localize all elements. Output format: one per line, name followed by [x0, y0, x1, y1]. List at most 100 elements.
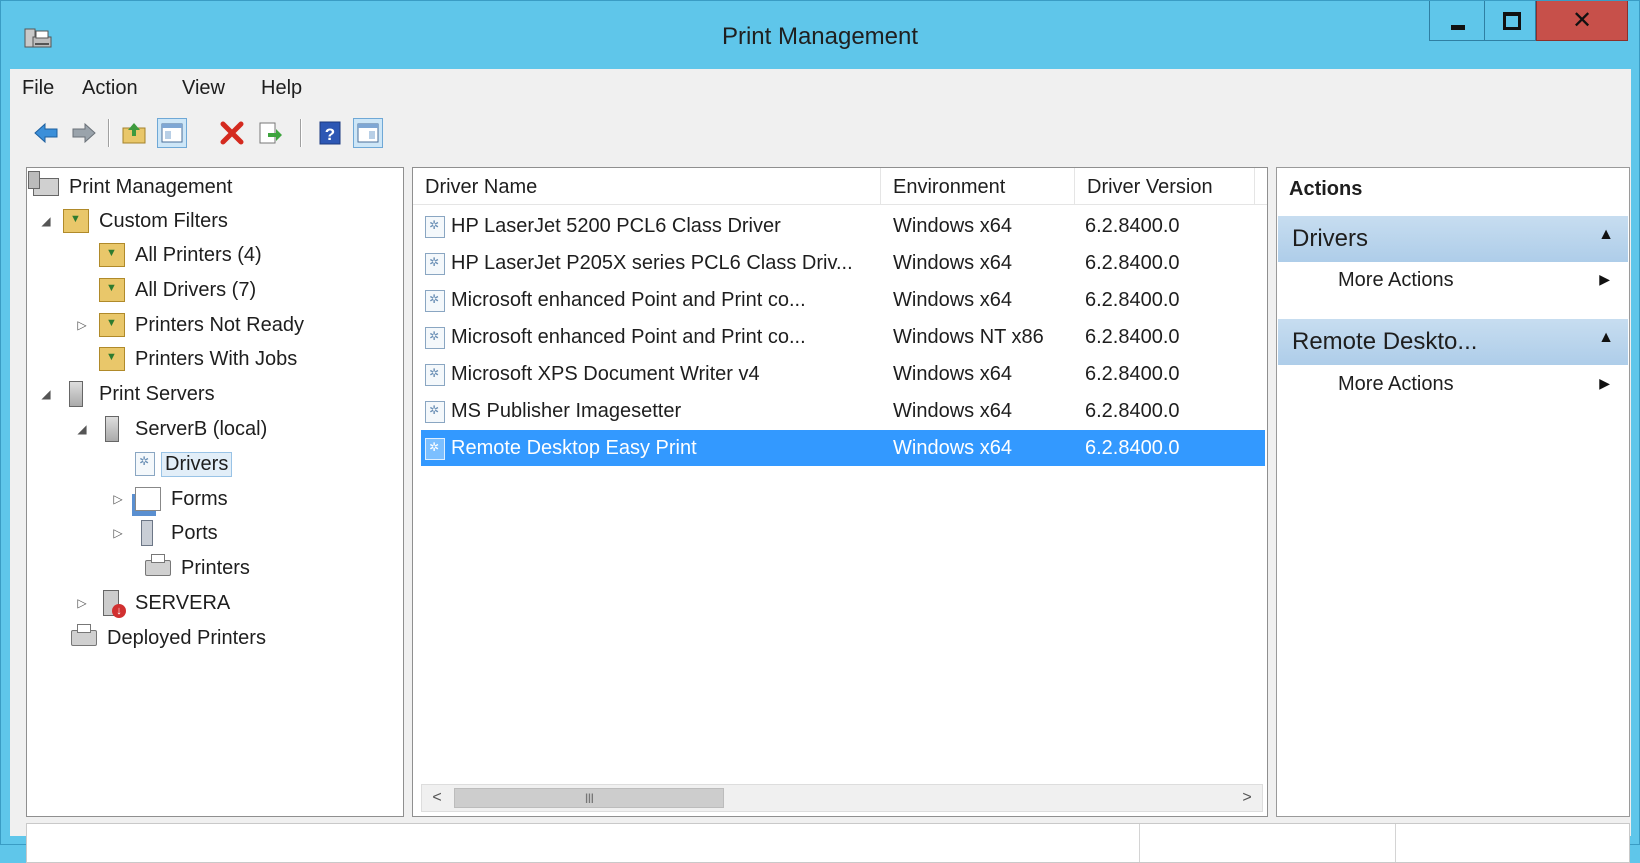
environment-cell: Windows x64	[893, 363, 1012, 385]
action-item-label: More Actions	[1338, 373, 1454, 395]
driver-version-cell: 6.2.8400.0	[1085, 437, 1180, 459]
server-offline-icon	[103, 590, 126, 618]
expand-arrow-icon[interactable]: ▷	[111, 526, 125, 540]
maximize-button[interactable]	[1484, 1, 1536, 41]
driver-icon	[425, 401, 445, 423]
environment-cell: Windows NT x86	[893, 326, 1044, 348]
status-bar-divider	[1139, 824, 1140, 862]
navigation-tree[interactable]: Print Management ◢ Custom Filters All Pr…	[26, 167, 404, 817]
collapse-up-icon[interactable]: ▲	[1598, 226, 1614, 244]
show-hide-action-pane-icon[interactable]	[353, 118, 383, 148]
tree-item-label: Deployed Printers	[107, 626, 266, 649]
driver-version-cell: 6.2.8400.0	[1085, 363, 1180, 385]
filter-folder-icon	[99, 347, 125, 371]
driver-version-cell: 6.2.8400.0	[1085, 289, 1180, 311]
menu-view[interactable]: View	[182, 77, 225, 100]
tree-item-printers-with-jobs[interactable]: Printers With Jobs	[99, 342, 297, 376]
table-row[interactable]: Microsoft XPS Document Writer v4 Windows …	[421, 356, 1265, 392]
environment-cell: Windows x64	[893, 437, 1012, 459]
tree-item-print-servers[interactable]: ◢ Print Servers	[39, 377, 215, 411]
column-header-driver-version[interactable]: Driver Version	[1075, 168, 1255, 204]
more-actions-remote-desktop[interactable]: More Actions ▶	[1278, 368, 1628, 402]
tree-item-label: Print Management	[69, 175, 233, 198]
column-header-driver-name[interactable]: Driver Name	[413, 168, 881, 204]
table-row[interactable]: MS Publisher Imagesetter Windows x64 6.2.8…	[421, 393, 1265, 429]
menu-help[interactable]: Help	[261, 77, 302, 100]
expand-arrow-icon[interactable]: ▷	[111, 492, 125, 506]
filter-folder-icon	[63, 209, 89, 233]
tree-item-printers-not-ready[interactable]: ▷ Printers Not Ready	[75, 308, 304, 342]
tree-item-label: Ports	[171, 521, 218, 544]
title-bar[interactable]: Print Management ✕	[1, 1, 1639, 69]
actions-section-drivers[interactable]: Drivers ▲	[1278, 216, 1628, 262]
printer-icon	[71, 624, 97, 646]
driver-name-cell: HP LaserJet P205X series PCL6 Class Driv…	[451, 252, 853, 274]
driver-version-cell: 6.2.8400.0	[1085, 326, 1180, 348]
environment-cell: Windows x64	[893, 400, 1012, 422]
table-row[interactable]: HP LaserJet P205X series PCL6 Class Driv…	[421, 245, 1265, 281]
tree-item-deployed-printers[interactable]: Deployed Printers	[71, 621, 266, 655]
forms-icon	[135, 487, 161, 511]
minimize-icon	[1451, 25, 1465, 30]
scroll-right-icon[interactable]: >	[1234, 787, 1260, 809]
minimize-button[interactable]	[1429, 1, 1484, 41]
menu-file[interactable]: File	[22, 77, 54, 100]
driver-icon	[135, 452, 155, 476]
table-row[interactable]: Microsoft enhanced Point and Print co...…	[421, 282, 1265, 318]
collapse-arrow-icon[interactable]: ◢	[39, 387, 53, 401]
more-actions-drivers[interactable]: More Actions ▶	[1278, 264, 1628, 298]
tree-item-label: Forms	[171, 487, 228, 510]
delete-icon[interactable]	[218, 119, 246, 147]
help-icon[interactable]: ?	[316, 119, 344, 147]
tree-item-printers[interactable]: Printers	[145, 551, 250, 585]
driver-version-cell: 6.2.8400.0	[1085, 215, 1180, 237]
actions-pane: Actions Drivers ▲ More Actions ▶ Remote …	[1276, 167, 1630, 817]
horizontal-scrollbar[interactable]: < III >	[421, 784, 1263, 812]
column-header-environment[interactable]: Environment	[881, 168, 1075, 204]
tree-item-print-management[interactable]: Print Management	[28, 170, 233, 204]
tree-item-label: All Printers (4)	[135, 243, 262, 266]
tree-item-forms[interactable]: ▷ Forms	[111, 482, 228, 516]
scrollbar-thumb[interactable]: III	[454, 788, 724, 808]
scroll-left-icon[interactable]: <	[424, 787, 450, 809]
driver-name-cell: Microsoft enhanced Point and Print co...	[451, 326, 806, 348]
actions-title: Actions	[1289, 178, 1363, 200]
collapse-up-icon[interactable]: ▲	[1598, 329, 1614, 347]
drivers-list[interactable]: Driver Name Environment Driver Version H…	[412, 167, 1268, 817]
filter-folder-icon	[99, 313, 125, 337]
driver-icon	[425, 364, 445, 386]
toolbar-separator	[300, 119, 302, 147]
tree-item-all-drivers[interactable]: All Drivers (7)	[99, 273, 256, 307]
show-hide-tree-icon[interactable]	[157, 118, 187, 148]
back-arrow-icon[interactable]	[32, 119, 60, 147]
export-icon[interactable]	[256, 119, 284, 147]
tree-item-servera[interactable]: ▷ SERVERA	[75, 586, 230, 620]
table-row[interactable]: HP LaserJet 5200 PCL6 Class Driver Window…	[421, 208, 1265, 244]
collapse-arrow-icon[interactable]: ◢	[75, 422, 89, 436]
driver-name-cell: Remote Desktop Easy Print	[451, 437, 697, 459]
collapse-arrow-icon[interactable]: ◢	[39, 214, 53, 228]
submenu-arrow-icon: ▶	[1599, 271, 1610, 287]
action-item-label: More Actions	[1338, 269, 1454, 291]
actions-section-label: Remote Deskto...	[1292, 328, 1478, 355]
actions-section-remote-desktop[interactable]: Remote Deskto... ▲	[1278, 319, 1628, 365]
port-icon	[141, 520, 153, 546]
menu-action[interactable]: Action	[82, 77, 138, 100]
tree-item-custom-filters[interactable]: ◢ Custom Filters	[39, 204, 228, 238]
table-row[interactable]: Remote Desktop Easy Print Windows x64 6.2.…	[421, 430, 1265, 466]
expand-arrow-icon[interactable]: ▷	[75, 318, 89, 332]
forward-arrow-icon[interactable]	[70, 119, 98, 147]
filter-folder-icon	[99, 243, 125, 267]
close-button[interactable]: ✕	[1536, 1, 1628, 41]
up-folder-icon[interactable]	[120, 119, 148, 147]
expand-arrow-icon[interactable]: ▷	[75, 596, 89, 610]
actions-section-label: Drivers	[1292, 225, 1368, 252]
tree-item-label: Printers Not Ready	[135, 313, 304, 336]
scrollbar-grip: III	[584, 790, 595, 806]
tree-item-drivers[interactable]: Drivers	[135, 447, 233, 481]
environment-cell: Windows x64	[893, 289, 1012, 311]
table-row[interactable]: Microsoft enhanced Point and Print co...…	[421, 319, 1265, 355]
tree-item-ports[interactable]: ▷ Ports	[111, 516, 218, 550]
tree-item-all-printers[interactable]: All Printers (4)	[99, 238, 262, 272]
tree-item-serverb[interactable]: ◢ ServerB (local)	[75, 412, 267, 446]
